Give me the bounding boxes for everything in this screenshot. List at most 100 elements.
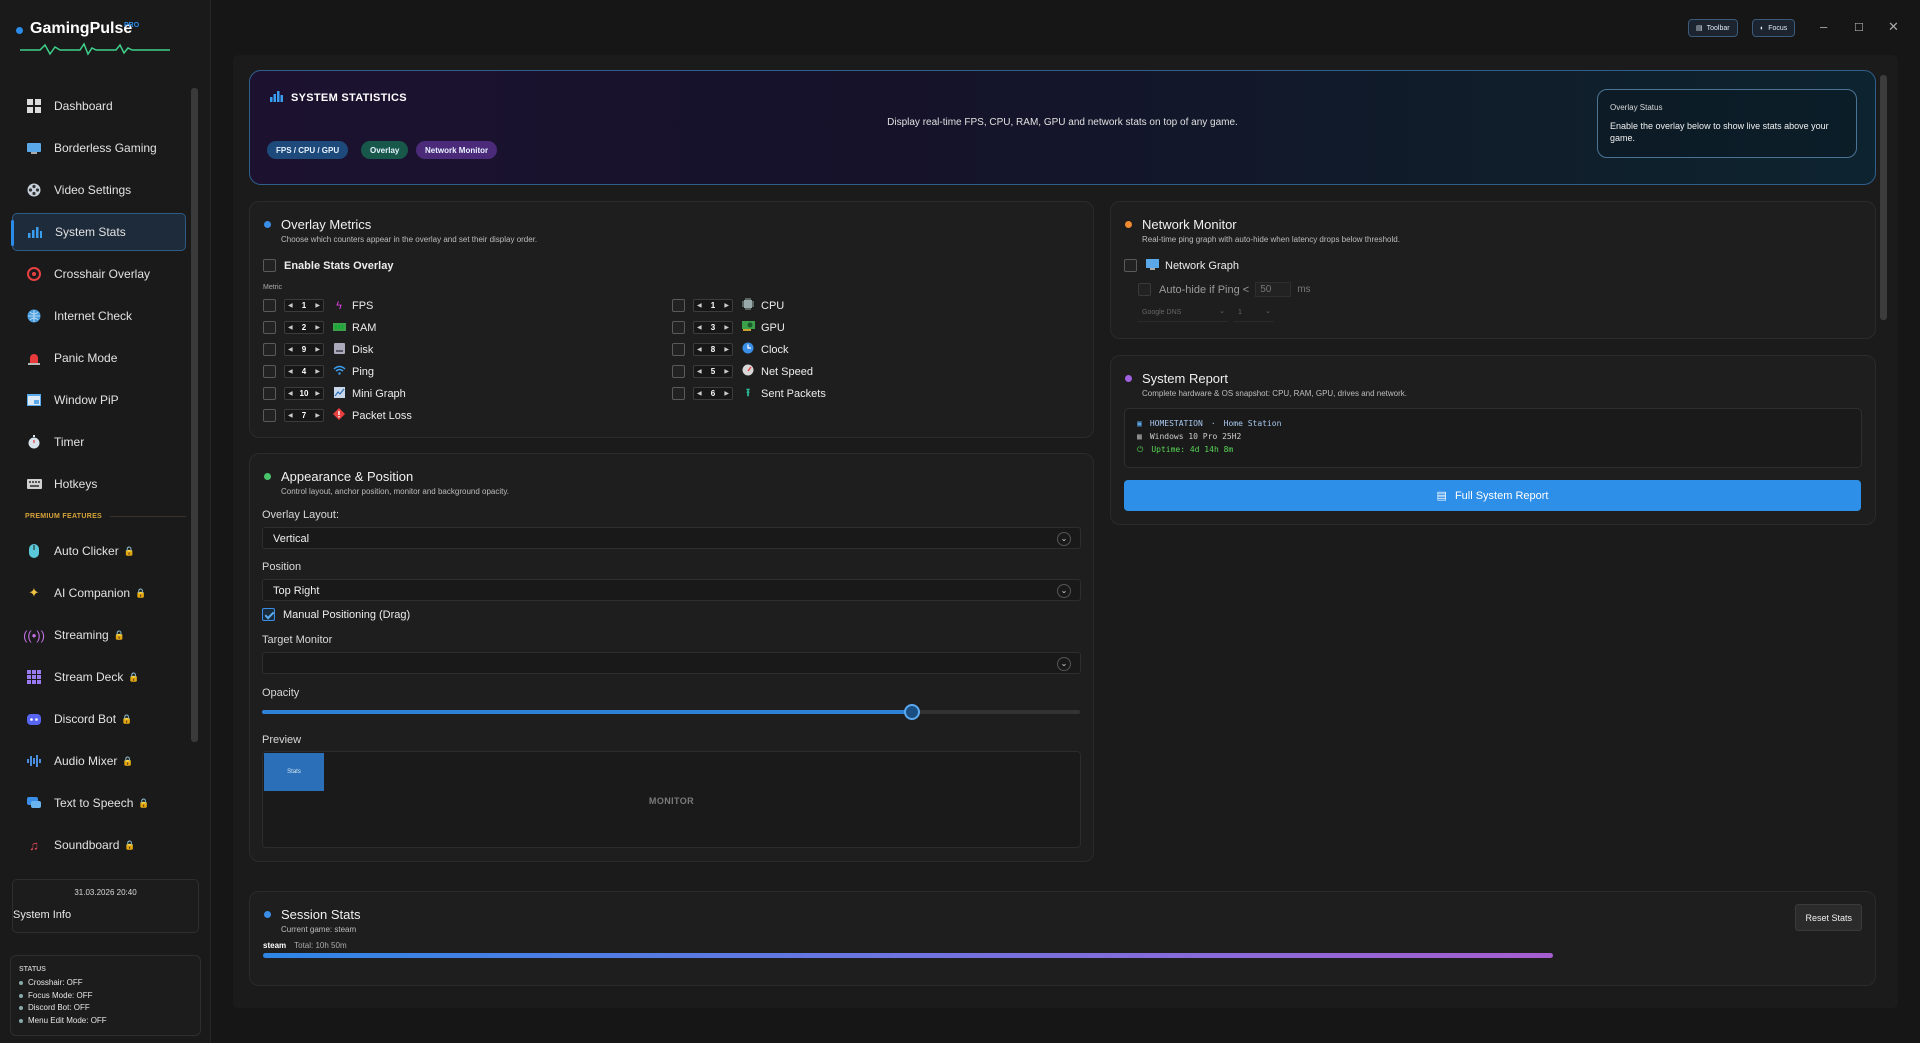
metric-checkbox[interactable] xyxy=(263,321,276,334)
sidebar-item-streaming[interactable]: ((•)) Streaming 🔒 xyxy=(12,616,186,654)
interval-select[interactable]: 1 ⌄ xyxy=(1234,307,1274,322)
autohide-ping-input[interactable]: 50 xyxy=(1255,282,1292,297)
increase-icon[interactable]: ▶ xyxy=(315,412,320,419)
decrease-icon[interactable]: ◀ xyxy=(697,368,702,375)
decrease-icon[interactable]: ◀ xyxy=(288,346,293,353)
sidebar-item-text-to-speech[interactable]: Text to Speech 🔒 xyxy=(12,784,186,822)
network-graph-option[interactable]: Network Graph xyxy=(1124,258,1239,273)
increase-icon[interactable]: ▶ xyxy=(315,390,320,397)
metric-row-mini-graph[interactable]: ◀ 10 ▶ Mini Graph xyxy=(263,386,406,401)
sidebar-item-panic-mode[interactable]: Panic Mode xyxy=(12,339,186,377)
metric-checkbox[interactable] xyxy=(263,387,276,400)
increase-icon[interactable]: ▶ xyxy=(315,346,320,353)
order-stepper[interactable]: ◀ 4 ▶ xyxy=(284,365,324,378)
network-graph-checkbox[interactable] xyxy=(1124,259,1137,272)
sidebar-item-audio-mixer[interactable]: Audio Mixer 🔒 xyxy=(12,742,186,780)
sidebar-scrollbar[interactable] xyxy=(191,88,198,742)
metric-checkbox[interactable] xyxy=(672,365,685,378)
metric-checkbox[interactable] xyxy=(263,409,276,422)
decrease-icon[interactable]: ◀ xyxy=(697,390,702,397)
increase-icon[interactable]: ▶ xyxy=(315,324,320,331)
order-stepper[interactable]: ◀ 3 ▶ xyxy=(693,321,733,334)
metric-checkbox[interactable] xyxy=(263,365,276,378)
sidebar-item-dashboard[interactable]: Dashboard xyxy=(12,87,186,125)
overlay-layout-select[interactable]: Vertical ⌄ xyxy=(262,527,1081,549)
manual-positioning-option[interactable]: Manual Positioning (Drag) xyxy=(262,607,410,622)
target-monitor-select[interactable]: ⌄ xyxy=(262,652,1081,674)
increase-icon[interactable]: ▶ xyxy=(724,302,729,309)
metric-row-packet-loss[interactable]: ◀ 7 ▶ Packet Loss xyxy=(263,408,412,423)
metric-row-ram[interactable]: ◀ 2 ▶ RAM xyxy=(263,320,376,335)
order-stepper[interactable]: ◀ 2 ▶ xyxy=(284,321,324,334)
maximize-icon[interactable]: ☐ xyxy=(1854,21,1864,34)
decrease-icon[interactable]: ◀ xyxy=(288,302,293,309)
decrease-icon[interactable]: ◀ xyxy=(697,302,702,309)
enable-stats-overlay[interactable]: Enable Stats Overlay xyxy=(263,258,393,273)
increase-icon[interactable]: ▶ xyxy=(724,368,729,375)
autohide-option[interactable]: Auto-hide if Ping < 50 ms xyxy=(1138,282,1311,297)
metric-checkbox[interactable] xyxy=(672,343,685,356)
minimize-icon[interactable]: – xyxy=(1820,19,1827,34)
sidebar-item-crosshair-overlay[interactable]: Crosshair Overlay xyxy=(12,255,186,293)
metric-row-ping[interactable]: ◀ 4 ▶ Ping xyxy=(263,364,374,379)
metric-checkbox[interactable] xyxy=(672,387,685,400)
focus-button[interactable]: ◐ Focus xyxy=(1752,19,1796,37)
increase-icon[interactable]: ▶ xyxy=(724,324,729,331)
position-select[interactable]: Top Right ⌄ xyxy=(262,579,1081,601)
metric-checkbox[interactable] xyxy=(263,299,276,312)
sidebar-item-ai-companion[interactable]: ✦ AI Companion 🔒 xyxy=(12,574,186,612)
autohide-checkbox[interactable] xyxy=(1138,283,1151,296)
order-stepper[interactable]: ◀ 5 ▶ xyxy=(693,365,733,378)
sidebar-item-discord-bot[interactable]: Discord Bot 🔒 xyxy=(12,700,186,738)
dns-select[interactable]: Google DNS ⌄ xyxy=(1138,307,1228,322)
reset-stats-button[interactable]: Reset Stats xyxy=(1795,904,1862,931)
sidebar-item-timer[interactable]: Timer xyxy=(12,423,186,461)
opacity-slider[interactable] xyxy=(262,704,1080,720)
metric-row-fps[interactable]: ◀ 1 ▶ ϟ FPS xyxy=(263,298,373,313)
system-info-button[interactable]: System Info xyxy=(13,909,71,921)
order-stepper[interactable]: ◀ 1 ▶ xyxy=(284,299,324,312)
metric-row-clock[interactable]: ◀ 8 ▶ Clock xyxy=(672,342,789,357)
decrease-icon[interactable]: ◀ xyxy=(288,412,293,419)
decrease-icon[interactable]: ◀ xyxy=(288,324,293,331)
sidebar-item-hotkeys[interactable]: Hotkeys xyxy=(12,465,186,503)
system-info-box[interactable]: 31.03.2026 20:40 System Info xyxy=(12,879,199,933)
metric-checkbox[interactable] xyxy=(672,321,685,334)
order-stepper[interactable]: ◀ 8 ▶ xyxy=(693,343,733,356)
order-stepper[interactable]: ◀ 6 ▶ xyxy=(693,387,733,400)
order-stepper[interactable]: ◀ 9 ▶ xyxy=(284,343,324,356)
decrease-icon[interactable]: ◀ xyxy=(288,368,293,375)
metric-row-net-speed[interactable]: ◀ 5 ▶ Net Speed xyxy=(672,364,813,379)
metric-checkbox[interactable] xyxy=(672,299,685,312)
manual-positioning-checkbox[interactable] xyxy=(262,608,275,621)
metric-checkbox[interactable] xyxy=(263,343,276,356)
decrease-icon[interactable]: ◀ xyxy=(697,346,702,353)
increase-icon[interactable]: ▶ xyxy=(315,368,320,375)
metric-row-disk[interactable]: ◀ 9 ▶ Disk xyxy=(263,342,373,357)
sidebar-item-stream-deck[interactable]: Stream Deck 🔒 xyxy=(12,658,186,696)
order-stepper[interactable]: ◀ 1 ▶ xyxy=(693,299,733,312)
decrease-icon[interactable]: ◀ xyxy=(697,324,702,331)
full-system-report-button[interactable]: ▤ Full System Report xyxy=(1124,480,1861,511)
decrease-icon[interactable]: ◀ xyxy=(288,390,293,397)
close-icon[interactable]: ✕ xyxy=(1888,19,1899,35)
enable-overlay-checkbox[interactable] xyxy=(263,259,276,272)
metric-row-gpu[interactable]: ◀ 3 ▶ GPU xyxy=(672,320,785,335)
toolbar-button[interactable]: ▤ Toolbar xyxy=(1688,19,1738,37)
increase-icon[interactable]: ▶ xyxy=(315,302,320,309)
preview-stats-box[interactable]: Stats xyxy=(264,753,324,791)
main-scrollbar[interactable] xyxy=(1880,75,1887,320)
sidebar-item-soundboard[interactable]: ♫ Soundboard 🔒 xyxy=(12,826,186,864)
metric-row-cpu[interactable]: ◀ 1 ▶ CPU xyxy=(672,298,784,313)
increase-icon[interactable]: ▶ xyxy=(724,390,729,397)
sidebar-item-borderless-gaming[interactable]: Borderless Gaming xyxy=(12,129,186,167)
sidebar-item-auto-clicker[interactable]: Auto Clicker 🔒 xyxy=(12,532,186,570)
order-stepper[interactable]: ◀ 10 ▶ xyxy=(284,387,324,400)
sidebar-item-video-settings[interactable]: Video Settings xyxy=(12,171,186,209)
sidebar-item-window-pip[interactable]: Window PiP xyxy=(12,381,186,419)
order-stepper[interactable]: ◀ 7 ▶ xyxy=(284,409,324,422)
sidebar-item-internet-check[interactable]: Internet Check xyxy=(12,297,186,335)
sidebar-item-system-stats[interactable]: System Stats xyxy=(11,213,186,251)
metric-row-sent-packets[interactable]: ◀ 6 ▶ ⭱ Sent Packets xyxy=(672,386,826,401)
increase-icon[interactable]: ▶ xyxy=(724,346,729,353)
